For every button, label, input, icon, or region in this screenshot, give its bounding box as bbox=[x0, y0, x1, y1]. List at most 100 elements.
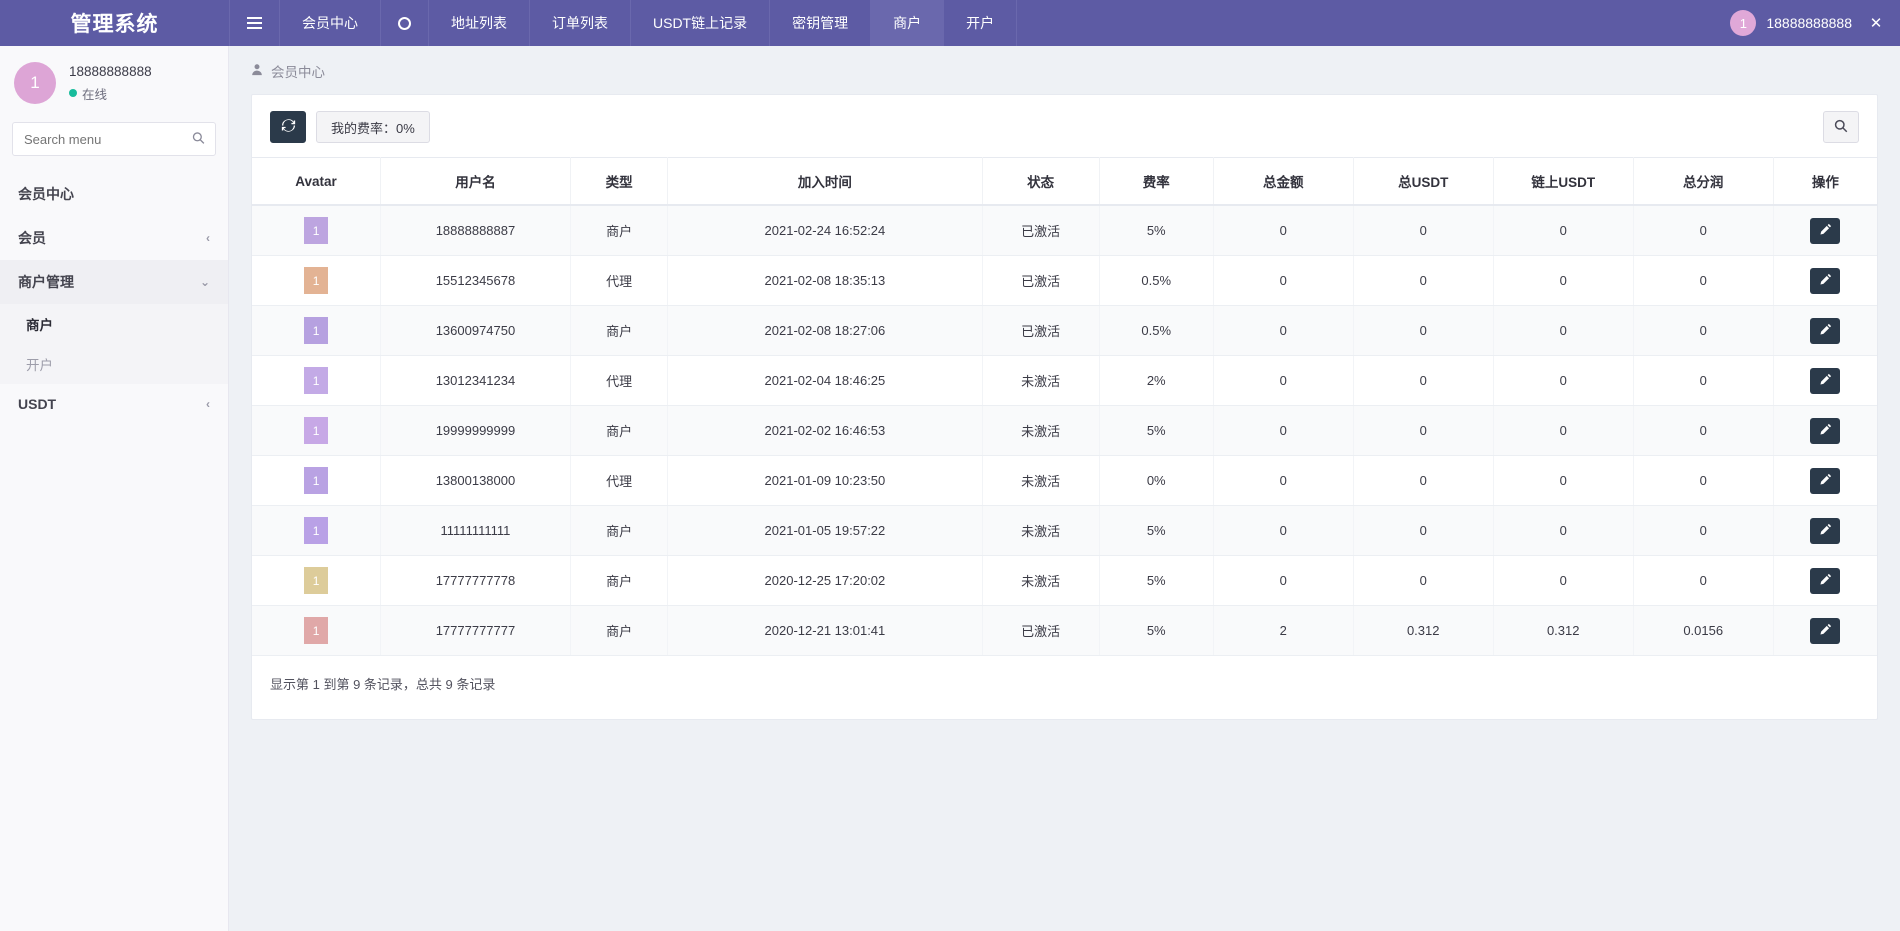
circle-icon bbox=[398, 17, 411, 30]
search-input[interactable] bbox=[13, 123, 215, 155]
edit-pencil-icon bbox=[1819, 573, 1832, 589]
edit-button[interactable] bbox=[1810, 268, 1840, 294]
sidebar-user-info: 18888888888 在线 bbox=[69, 64, 152, 103]
cell-joined: 2021-01-05 19:57:22 bbox=[668, 506, 982, 556]
cell-username: 13600974750 bbox=[381, 306, 571, 356]
cell-action bbox=[1773, 356, 1877, 406]
column-header-action[interactable]: 操作 bbox=[1773, 158, 1877, 206]
sidebar-item-open-account[interactable]: 开户 bbox=[0, 344, 228, 384]
cell-total-amount: 0 bbox=[1213, 556, 1353, 606]
cell-total-profit: 0 bbox=[1633, 356, 1773, 406]
cell-username: 19999999999 bbox=[381, 406, 571, 456]
column-header-username[interactable]: 用户名 bbox=[381, 158, 571, 206]
cell-type: 商户 bbox=[570, 556, 667, 606]
nav-tab-open-account[interactable]: 开户 bbox=[943, 0, 1017, 46]
cell-chain-usdt: 0 bbox=[1493, 256, 1633, 306]
status-label: 在线 bbox=[82, 84, 107, 103]
refresh-icon bbox=[281, 118, 296, 136]
cell-joined: 2020-12-21 13:01:41 bbox=[668, 606, 982, 656]
cell-total-amount: 0 bbox=[1213, 205, 1353, 256]
sidebar-item-label: 会员 bbox=[18, 228, 46, 248]
cell-total-amount: 0 bbox=[1213, 306, 1353, 356]
cell-action bbox=[1773, 306, 1877, 356]
sidebar-username: 18888888888 bbox=[69, 64, 152, 79]
my-rate-button[interactable]: 我的费率：0% bbox=[316, 111, 430, 143]
table-row: 111111111111商户2021-01-05 19:57:22未激活5%00… bbox=[252, 506, 1877, 556]
sidebar-item-usdt[interactable]: USDT ‹ bbox=[0, 384, 228, 424]
online-dot-icon bbox=[69, 89, 77, 97]
nav-hamburger-button[interactable] bbox=[229, 0, 279, 46]
cell-avatar: 1 bbox=[252, 205, 381, 256]
column-header-joined[interactable]: 加入时间 bbox=[668, 158, 982, 206]
table-search-button[interactable] bbox=[1823, 111, 1859, 143]
cell-joined: 2020-12-25 17:20:02 bbox=[668, 556, 982, 606]
edit-button[interactable] bbox=[1810, 618, 1840, 644]
cell-total-profit: 0 bbox=[1633, 456, 1773, 506]
cell-rate: 5% bbox=[1099, 205, 1213, 256]
cell-chain-usdt: 0 bbox=[1493, 356, 1633, 406]
cell-username: 17777777777 bbox=[381, 606, 571, 656]
column-header-chain-usdt[interactable]: 链上USDT bbox=[1493, 158, 1633, 206]
cell-username: 13012341234 bbox=[381, 356, 571, 406]
navbar-user[interactable]: 1 18888888888 bbox=[1730, 10, 1852, 36]
cell-type: 商户 bbox=[570, 205, 667, 256]
avatar: 1 bbox=[304, 267, 328, 294]
cell-state: 未激活 bbox=[982, 406, 1099, 456]
sidebar-item-merchant-management[interactable]: 商户管理 ⌄ bbox=[0, 260, 228, 304]
cell-type: 代理 bbox=[570, 256, 667, 306]
cell-state: 未激活 bbox=[982, 456, 1099, 506]
cell-chain-usdt: 0 bbox=[1493, 506, 1633, 556]
column-header-rate[interactable]: 费率 bbox=[1099, 158, 1213, 206]
cell-chain-usdt: 0.312 bbox=[1493, 606, 1633, 656]
sidebar-item-merchant[interactable]: 商户 bbox=[0, 304, 228, 344]
column-header-total-usdt[interactable]: 总USDT bbox=[1353, 158, 1493, 206]
cell-joined: 2021-02-02 16:46:53 bbox=[668, 406, 982, 456]
cell-state: 已激活 bbox=[982, 606, 1099, 656]
cell-rate: 5% bbox=[1099, 606, 1213, 656]
nav-tab-order-list[interactable]: 订单列表 bbox=[529, 0, 630, 46]
table-row: 119999999999商户2021-02-02 16:46:53未激活5%00… bbox=[252, 406, 1877, 456]
cell-total-usdt: 0 bbox=[1353, 406, 1493, 456]
avatar: 1 bbox=[304, 417, 328, 444]
edit-button[interactable] bbox=[1810, 218, 1840, 244]
column-header-avatar[interactable]: Avatar bbox=[252, 158, 381, 206]
cell-state: 已激活 bbox=[982, 205, 1099, 256]
edit-button[interactable] bbox=[1810, 468, 1840, 494]
table-row: 113600974750商户2021-02-08 18:27:06已激活0.5%… bbox=[252, 306, 1877, 356]
sidebar-item-member-center[interactable]: 会员中心 bbox=[0, 172, 228, 216]
sidebar-menu: 会员中心 会员 ‹ 商户管理 ⌄ 商户 开户 USDT ‹ bbox=[0, 172, 228, 424]
edit-button[interactable] bbox=[1810, 368, 1840, 394]
column-header-total-amount[interactable]: 总金额 bbox=[1213, 158, 1353, 206]
edit-button[interactable] bbox=[1810, 518, 1840, 544]
refresh-button[interactable] bbox=[270, 111, 306, 143]
sidebar-item-member[interactable]: 会员 ‹ bbox=[0, 216, 228, 260]
column-header-type[interactable]: 类型 bbox=[570, 158, 667, 206]
nav-tab-key-management[interactable]: 密钥管理 bbox=[769, 0, 870, 46]
cell-type: 代理 bbox=[570, 356, 667, 406]
nav-tab-member-center[interactable]: 会员中心 bbox=[279, 0, 380, 46]
table-row: 118888888887商户2021-02-24 16:52:24已激活5%00… bbox=[252, 205, 1877, 256]
fullscreen-expand-icon[interactable]: ✕ bbox=[1866, 14, 1886, 32]
nav-tab-usdt-chain-records[interactable]: USDT链上记录 bbox=[630, 0, 769, 46]
cell-rate: 5% bbox=[1099, 556, 1213, 606]
nav-circle-button[interactable] bbox=[380, 0, 428, 46]
chevron-left-icon: ‹ bbox=[206, 398, 210, 410]
column-header-state[interactable]: 状态 bbox=[982, 158, 1099, 206]
nav-tab-address-list[interactable]: 地址列表 bbox=[428, 0, 529, 46]
cell-state: 未激活 bbox=[982, 356, 1099, 406]
edit-button[interactable] bbox=[1810, 418, 1840, 444]
search-box[interactable] bbox=[12, 122, 216, 156]
cell-total-profit: 0 bbox=[1633, 205, 1773, 256]
avatar: 1 bbox=[304, 367, 328, 394]
table-body: 118888888887商户2021-02-24 16:52:24已激活5%00… bbox=[252, 205, 1877, 656]
edit-button[interactable] bbox=[1810, 568, 1840, 594]
navbar-right: 1 18888888888 ✕ bbox=[1730, 0, 1900, 46]
column-header-total-profit[interactable]: 总分润 bbox=[1633, 158, 1773, 206]
nav-tab-merchant[interactable]: 商户 bbox=[870, 0, 943, 46]
sidebar-item-label: 会员中心 bbox=[18, 184, 74, 204]
cell-joined: 2021-02-04 18:46:25 bbox=[668, 356, 982, 406]
edit-button[interactable] bbox=[1810, 318, 1840, 344]
user-icon bbox=[251, 63, 263, 79]
cell-total-profit: 0.0156 bbox=[1633, 606, 1773, 656]
cell-chain-usdt: 0 bbox=[1493, 456, 1633, 506]
